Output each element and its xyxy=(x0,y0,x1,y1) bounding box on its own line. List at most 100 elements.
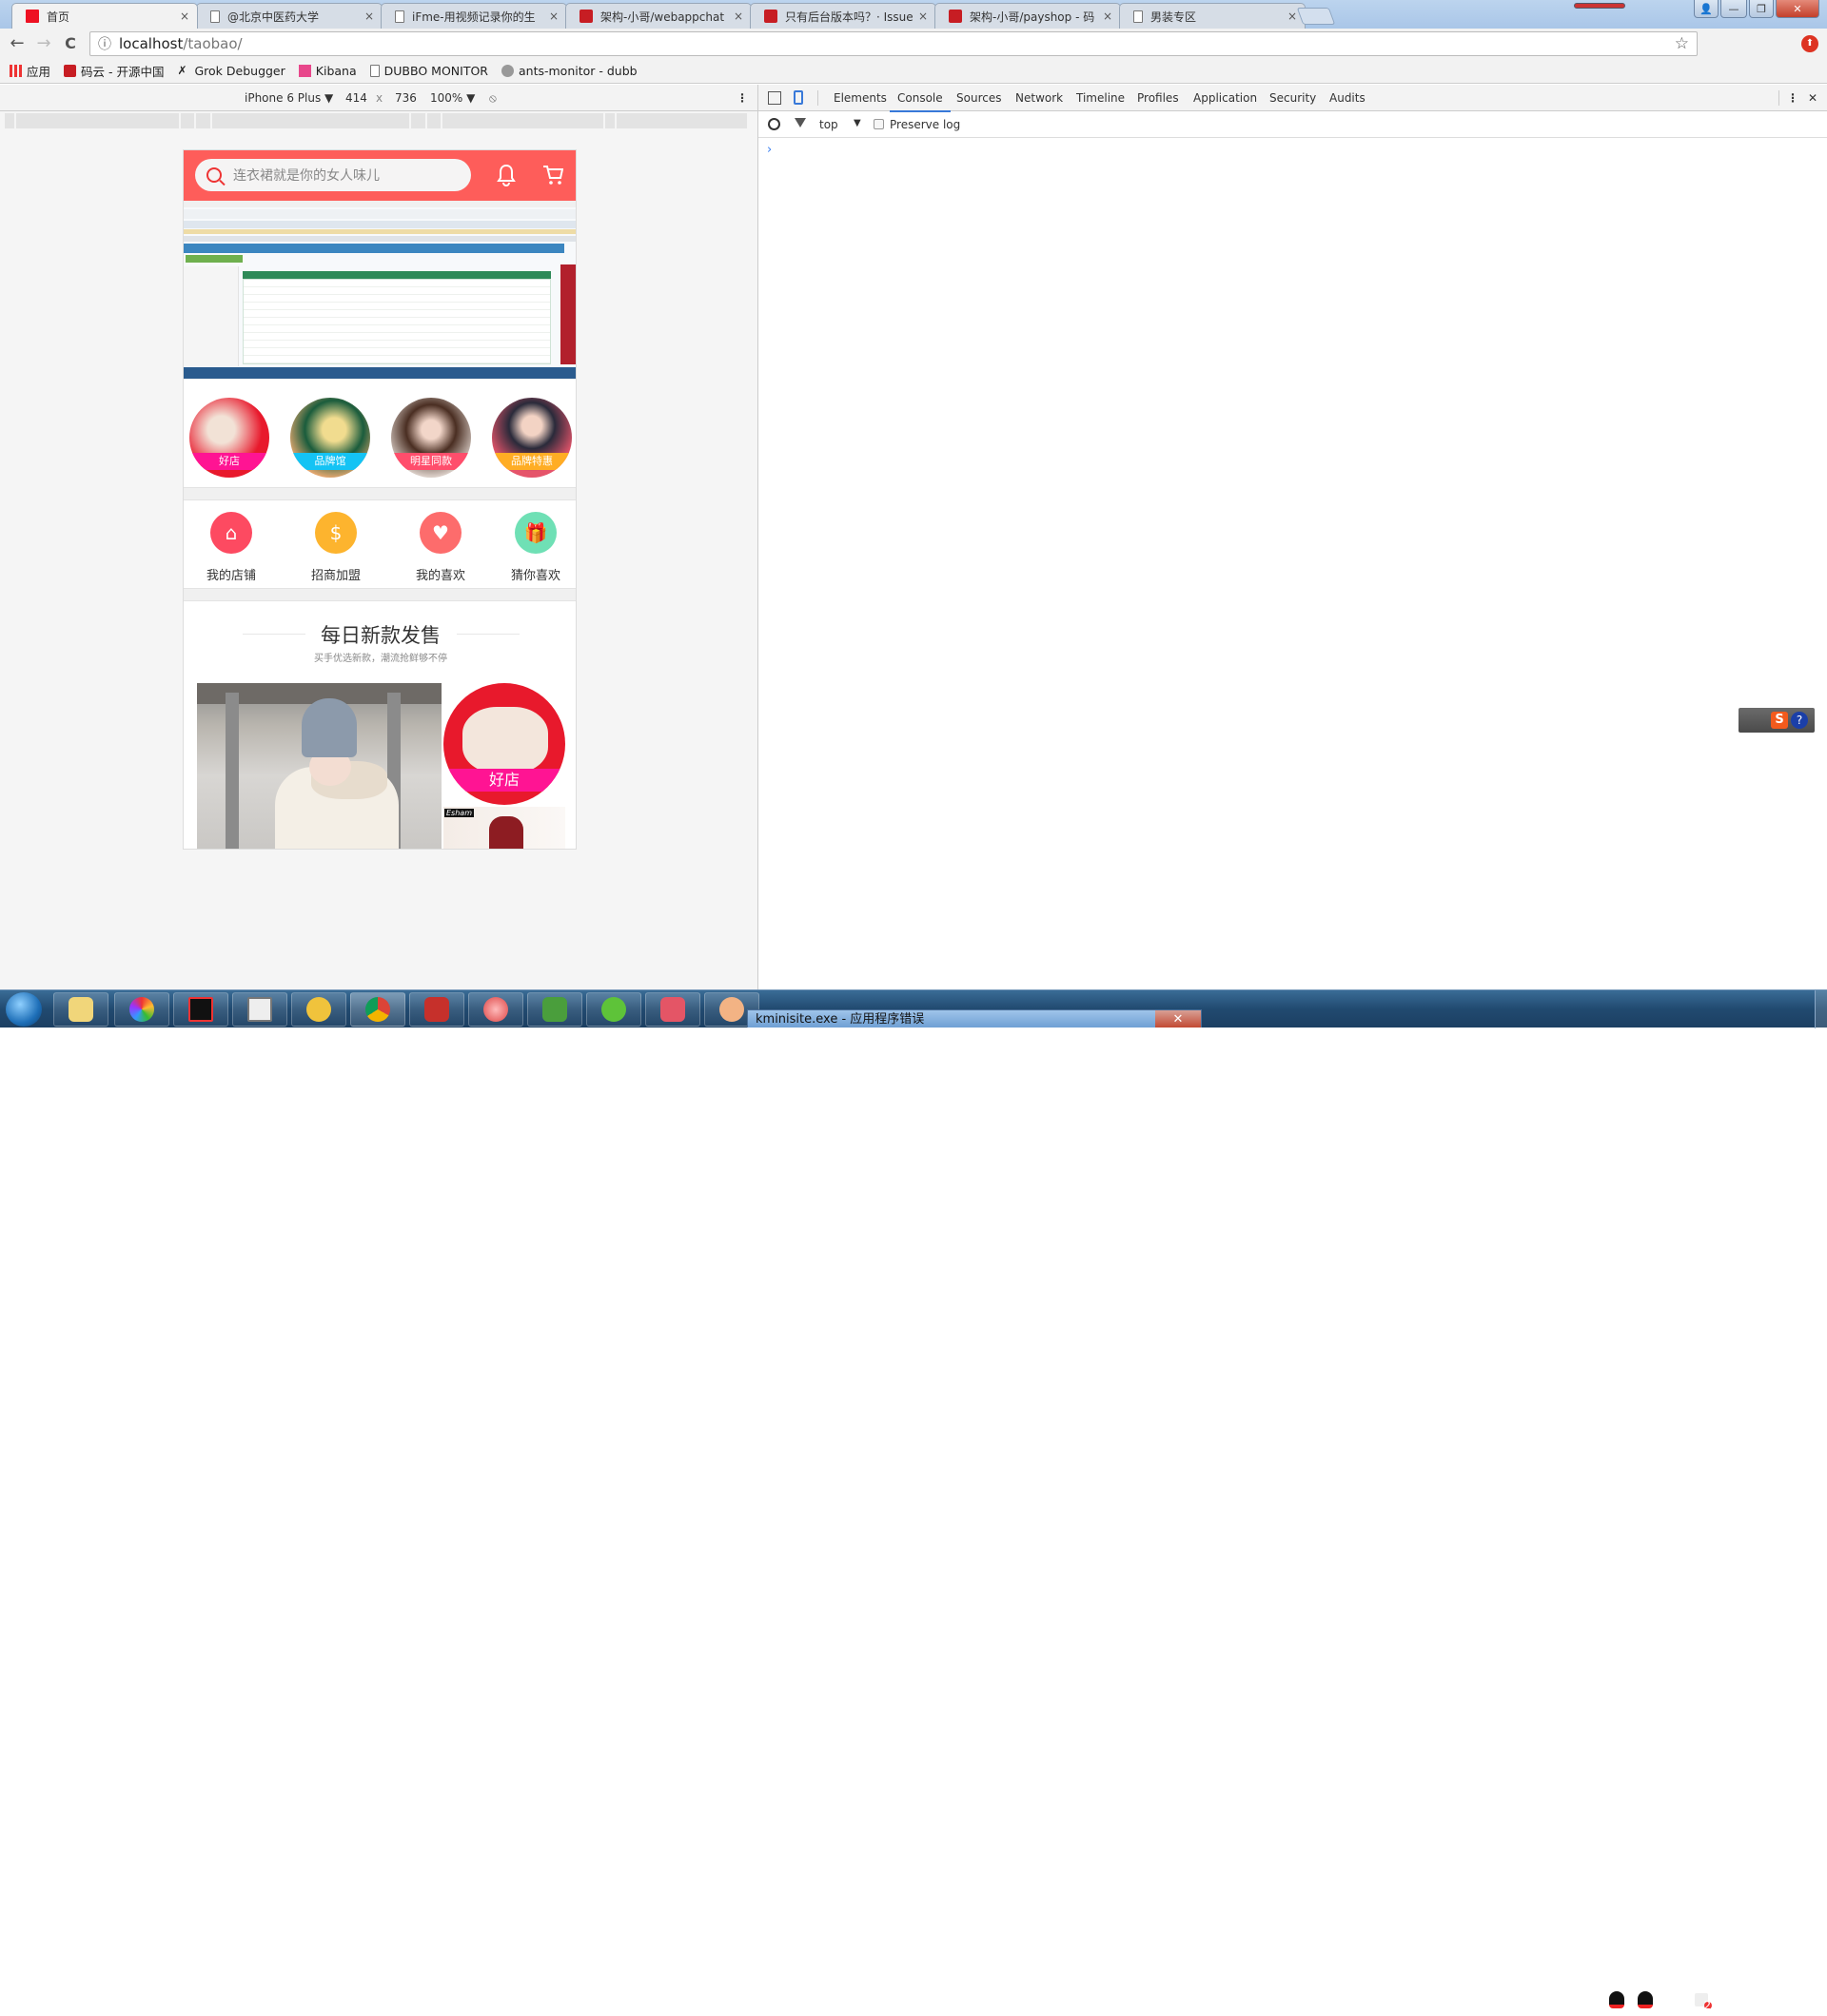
tab-close-icon[interactable]: × xyxy=(918,10,928,23)
system-tray: ▲ xyxy=(1589,1984,1712,2016)
device-width-input[interactable]: 414 xyxy=(345,91,367,105)
minimize-button[interactable]: — xyxy=(1720,0,1747,18)
banner-carousel[interactable] xyxy=(184,207,576,379)
qq-icon[interactable] xyxy=(1608,1991,1624,2008)
taskbar-money-app[interactable] xyxy=(527,992,582,1027)
tab-home[interactable]: 首页 × xyxy=(11,3,198,29)
devtools-menu-icon[interactable]: ⋮ xyxy=(1787,91,1798,105)
show-hidden-icons[interactable]: ▲ xyxy=(1589,1995,1596,2005)
tab-menswear[interactable]: 男装专区 × xyxy=(1119,3,1306,29)
taskbar-redis[interactable] xyxy=(409,992,464,1027)
back-button[interactable]: ← xyxy=(8,34,27,53)
reload-button[interactable]: C xyxy=(61,34,80,53)
circle-good-shop[interactable]: 好店 xyxy=(189,398,269,478)
filter-icon[interactable] xyxy=(795,118,806,127)
circle-celebrity-style[interactable]: 明星同款 xyxy=(391,398,471,478)
bookmark-gitee[interactable]: 码云 - 开源中国 xyxy=(64,62,164,80)
my-shop-link[interactable]: ⌂ 我的店铺 xyxy=(184,512,279,583)
tab-security[interactable]: Security xyxy=(1269,91,1316,105)
tab-elements[interactable]: Elements xyxy=(834,91,887,105)
bookmark-ants[interactable]: ants-monitor - dubb xyxy=(501,64,638,78)
taskbar-colorful-app[interactable] xyxy=(114,992,169,1027)
rotate-icon[interactable]: ⦸ xyxy=(489,91,497,106)
good-shop-promo[interactable]: 好店 xyxy=(443,683,565,805)
close-window-button[interactable]: ✕ xyxy=(1776,0,1819,18)
console-prompt[interactable]: › xyxy=(767,143,772,157)
tab-bucm[interactable]: @北京中医药大学 × xyxy=(196,3,383,29)
taskbar-intellij[interactable] xyxy=(173,992,228,1027)
bookmark-dubbo[interactable]: DUBBO MONITOR xyxy=(369,64,488,78)
tab-network[interactable]: Network xyxy=(1015,91,1063,105)
tab-profiles[interactable]: Profiles xyxy=(1137,91,1179,105)
circle-label: 品牌特惠 xyxy=(492,453,572,470)
system-clock[interactable]: 下午 17:34 2017/10/25 星期三 xyxy=(1703,1983,1808,2013)
taskbar-spiral-app[interactable] xyxy=(468,992,523,1027)
show-desktop-button[interactable] xyxy=(1815,990,1827,1028)
device-select[interactable]: iPhone 6 Plus ▼ xyxy=(245,91,333,105)
info-icon[interactable]: ⓘ xyxy=(98,34,111,53)
more-options-icon[interactable]: ⋮ xyxy=(737,91,748,105)
bookmark-grok[interactable]: ✗ Grok Debugger xyxy=(177,64,285,78)
new-tab-button[interactable] xyxy=(1296,8,1336,25)
taskbar-editor[interactable] xyxy=(232,992,287,1027)
tab-ifme[interactable]: iFme-用视频记录你的生 × xyxy=(381,3,567,29)
brand-product-image[interactable]: Esham xyxy=(443,807,565,849)
tab-title: 架构-小哥/webappchat xyxy=(600,10,725,24)
tab-close-icon[interactable]: × xyxy=(364,10,374,23)
tab-sources[interactable]: Sources xyxy=(956,91,1001,105)
search-input[interactable]: 连衣裙就是你的女人味儿 xyxy=(195,159,471,191)
franchise-link[interactable]: $ 招商加盟 xyxy=(288,512,383,583)
tab-issue[interactable]: 只有后台版本吗？· Issue × xyxy=(750,3,936,29)
taskbar-paw[interactable] xyxy=(291,992,346,1027)
bell-icon[interactable] xyxy=(496,164,517,186)
bookmark-kibana[interactable]: Kibana xyxy=(298,64,357,78)
inspect-element-icon[interactable] xyxy=(768,91,781,105)
bookmark-star-icon[interactable]: ☆ xyxy=(1675,34,1689,53)
taskbar-file-explorer[interactable] xyxy=(53,992,108,1027)
devtools-close-icon[interactable]: ✕ xyxy=(1808,91,1817,105)
extension-upload-icon[interactable]: ⬆ xyxy=(1801,35,1818,52)
taskbar-chrome[interactable] xyxy=(350,992,405,1027)
tab-audits[interactable]: Audits xyxy=(1329,91,1365,105)
forward-button[interactable]: → xyxy=(34,34,53,53)
address-bar[interactable]: ⓘ localhost/taobao/ ☆ xyxy=(89,31,1698,56)
error-dialog-close-button[interactable]: ✕ xyxy=(1155,1010,1201,1028)
guess-you-like-link[interactable]: 🎁 猜你喜欢 xyxy=(488,512,576,583)
chevron-down-icon[interactable]: ▼ xyxy=(854,118,861,128)
error-dialog-titlebar[interactable]: kminisite.exe - 应用程序错误 ✕ xyxy=(747,1009,1202,1028)
bookmark-apps[interactable]: 应用 xyxy=(10,62,50,80)
tab-close-icon[interactable]: × xyxy=(1287,10,1297,23)
qq-icon[interactable] xyxy=(1637,1991,1653,2008)
my-favorites-link[interactable]: ♥ 我的喜欢 xyxy=(393,512,488,583)
tab-webappchat[interactable]: 架构-小哥/webappchat × xyxy=(565,3,752,29)
zoom-select[interactable]: 100% ▼ xyxy=(430,91,475,105)
cart-icon[interactable] xyxy=(542,164,564,186)
sogou-icon[interactable]: S xyxy=(1771,712,1788,729)
clear-console-icon[interactable] xyxy=(768,118,780,130)
restore-button[interactable]: ❐ xyxy=(1749,0,1774,18)
tab-application[interactable]: Application xyxy=(1193,91,1257,105)
tab-close-icon[interactable]: × xyxy=(549,10,559,23)
circle-brand-hall[interactable]: 品牌馆 xyxy=(290,398,370,478)
profile-button[interactable]: 👤 xyxy=(1694,0,1719,18)
tab-payshop[interactable]: 架构-小哥/payshop - 码 × xyxy=(934,3,1121,29)
tab-close-icon[interactable]: × xyxy=(734,10,743,23)
taskbar-notepad-plus[interactable] xyxy=(645,992,700,1027)
preserve-log-checkbox[interactable] xyxy=(874,119,884,129)
device-height-input[interactable]: 736 xyxy=(395,91,417,105)
tab-timeline[interactable]: Timeline xyxy=(1076,91,1125,105)
circle-brand-sale[interactable]: 品牌特惠 xyxy=(492,398,572,478)
network-icon[interactable] xyxy=(1665,1993,1681,2006)
tab-close-icon[interactable]: × xyxy=(1103,10,1112,23)
featured-product-image[interactable] xyxy=(197,683,442,849)
device-mode-icon[interactable] xyxy=(794,90,803,105)
context-select[interactable]: top xyxy=(819,118,838,131)
media-query-ruler[interactable] xyxy=(5,113,747,128)
tab-close-icon[interactable]: × xyxy=(180,10,189,23)
ime-toolbar[interactable]: S ? xyxy=(1739,708,1815,733)
pinwheel-icon xyxy=(129,997,154,1022)
taskbar-wechat[interactable] xyxy=(586,992,641,1027)
start-button[interactable] xyxy=(6,992,42,1027)
help-icon[interactable]: ? xyxy=(1791,712,1808,729)
tab-console[interactable]: Console xyxy=(890,91,951,112)
